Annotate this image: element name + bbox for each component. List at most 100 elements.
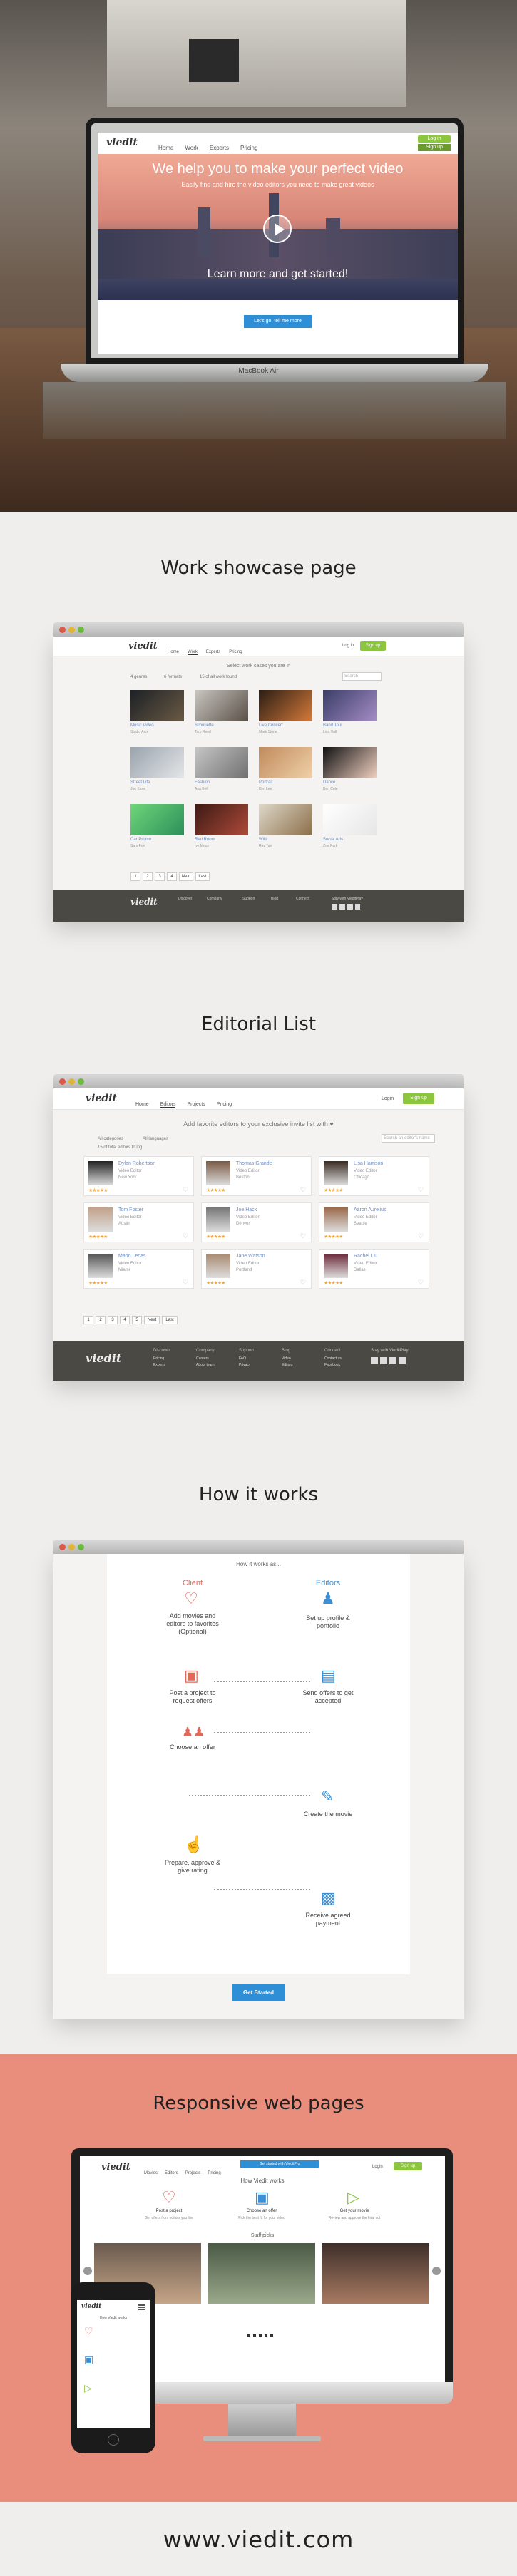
work-thumbnail[interactable] — [323, 804, 377, 835]
responsive-login[interactable]: Login — [372, 2165, 383, 2169]
close-icon[interactable] — [59, 627, 66, 633]
work-thumbnail[interactable] — [323, 747, 377, 778]
avatar[interactable] — [324, 1254, 348, 1278]
favorite-heart-icon[interactable]: ♡ — [418, 1186, 424, 1194]
editor-name[interactable]: Rachel Liu — [354, 1254, 377, 1259]
editor-card[interactable]: Thomas Grande Video Editor Boston ★★★★★ ♡ — [201, 1156, 312, 1196]
minimize-icon[interactable] — [68, 1544, 75, 1550]
site-url[interactable]: www.viedit.com — [0, 2526, 517, 2553]
avatar[interactable] — [324, 1161, 348, 1185]
work-card[interactable]: Silhouette Tom Reed — [195, 690, 248, 740]
page-next[interactable]: Next — [144, 1316, 160, 1324]
avatar[interactable] — [206, 1207, 230, 1232]
page-last[interactable]: Last — [162, 1316, 178, 1324]
page-5[interactable]: 5 — [132, 1316, 142, 1324]
responsive-logo[interactable]: viedit — [101, 2162, 130, 2173]
responsive-nav-movies[interactable]: Movies — [144, 2171, 158, 2175]
work-card[interactable]: Fashion Ana Bell — [195, 747, 248, 797]
favorite-heart-icon[interactable]: ♡ — [418, 1279, 424, 1287]
work-title[interactable]: Portrait — [259, 780, 272, 785]
editorial-signup-button[interactable]: Sign up — [403, 1093, 434, 1104]
hero-signup-button[interactable]: Sign up — [418, 144, 451, 151]
responsive-banner[interactable]: Get started with VieditPro — [240, 2160, 319, 2168]
editor-card[interactable]: Lisa Harrison Video Editor Chicago ★★★★★ ♡ — [319, 1156, 429, 1196]
filter-languages[interactable]: All languages — [143, 1137, 168, 1141]
work-title[interactable]: Wild — [259, 838, 267, 842]
close-icon[interactable] — [59, 1078, 66, 1085]
avatar[interactable] — [88, 1161, 113, 1185]
work-card[interactable]: Car Promo Sam Fox — [130, 804, 184, 854]
editor-name[interactable]: Joe Hack — [236, 1207, 257, 1212]
favorite-heart-icon[interactable]: ♡ — [183, 1232, 188, 1240]
play-icon[interactable] — [263, 215, 292, 243]
work-title[interactable]: Live Concert — [259, 723, 283, 728]
editor-card[interactable]: Dylan Robertson Video Editor New York ★★★★★… — [83, 1156, 194, 1196]
work-thumbnail[interactable] — [323, 690, 377, 721]
work-thumbnail[interactable] — [259, 690, 312, 721]
editorial-nav-home[interactable]: Home — [135, 1102, 149, 1107]
editor-card[interactable]: Jane Watson Video Editor Portland ★★★★★ ♡ — [201, 1249, 312, 1289]
get-started-button[interactable]: Get Started — [232, 1984, 285, 2001]
work-title[interactable]: Car Promo — [130, 838, 151, 842]
showcase-footer-logo[interactable]: viedit — [130, 897, 158, 907]
page-2[interactable]: 2 — [96, 1316, 106, 1324]
footer-link[interactable]: Facebook — [324, 1363, 340, 1367]
work-thumbnail[interactable] — [195, 747, 248, 778]
maximize-icon[interactable] — [78, 1544, 84, 1550]
work-title[interactable]: Fashion — [195, 780, 210, 785]
editor-name[interactable]: Mario Lenas — [118, 1254, 146, 1259]
hero-nav-pricing[interactable]: Pricing — [240, 145, 257, 151]
carousel-prev-icon[interactable] — [83, 2267, 92, 2275]
filter-categories[interactable]: All categories — [98, 1137, 123, 1141]
page-1[interactable]: 1 — [130, 872, 140, 881]
work-thumbnail[interactable] — [130, 804, 184, 835]
editor-search-input[interactable]: Search an editor's name — [382, 1134, 435, 1143]
favorite-heart-icon[interactable]: ♡ — [300, 1186, 306, 1194]
footer-link[interactable]: Experts — [153, 1363, 165, 1367]
editor-name[interactable]: Tom Foster — [118, 1207, 143, 1212]
editor-card[interactable]: Rachel Liu Video Editor Dallas ★★★★★ ♡ — [319, 1249, 429, 1289]
mobile-logo[interactable]: viedit — [81, 2303, 101, 2310]
footer-link[interactable]: Pricing — [153, 1356, 164, 1361]
avatar[interactable] — [206, 1161, 230, 1185]
editor-name[interactable]: Dylan Robertson — [118, 1161, 155, 1166]
work-card[interactable]: Band Tour Lisa Hall — [323, 690, 377, 740]
work-title[interactable]: Band Tour — [323, 723, 342, 728]
avatar[interactable] — [206, 1254, 230, 1278]
avatar[interactable] — [88, 1254, 113, 1278]
editor-card[interactable]: Mario Lenas Video Editor Miami ★★★★★ ♡ — [83, 1249, 194, 1289]
page-3[interactable]: 3 — [155, 872, 165, 881]
responsive-nav-pricing[interactable]: Pricing — [208, 2171, 220, 2175]
footer-link[interactable]: Editors — [282, 1363, 293, 1367]
minimize-icon[interactable] — [68, 627, 75, 633]
favorite-heart-icon[interactable]: ♡ — [183, 1186, 188, 1194]
hero-nav-work[interactable]: Work — [185, 145, 198, 151]
editorial-logo[interactable]: viedit — [86, 1093, 117, 1104]
page-3[interactable]: 3 — [108, 1316, 118, 1324]
work-card[interactable]: Dance Ben Cole — [323, 747, 377, 797]
work-title[interactable]: Street Life — [130, 780, 150, 785]
work-card[interactable]: Wild Ray Tan — [259, 804, 312, 854]
page-2[interactable]: 2 — [143, 872, 153, 881]
page-next[interactable]: Next — [179, 872, 193, 881]
page-1[interactable]: 1 — [83, 1316, 93, 1324]
work-title[interactable]: Music Video — [130, 723, 154, 728]
avatar[interactable] — [324, 1207, 348, 1232]
avatar[interactable] — [88, 1207, 113, 1232]
work-thumbnail[interactable] — [130, 690, 184, 721]
hero-login-button[interactable]: Log in — [418, 135, 451, 143]
editor-card[interactable]: Aaron Aurelius Video Editor Seattle ★★★★★ ♡ — [319, 1202, 429, 1242]
footer-social-icons[interactable] — [371, 1357, 406, 1364]
work-card[interactable]: Social Ads Zoe Park — [323, 804, 377, 854]
page-4[interactable]: 4 — [167, 872, 177, 881]
footer-social-icons[interactable] — [332, 904, 360, 910]
favorite-heart-icon[interactable]: ♡ — [300, 1232, 306, 1240]
carousel-next-icon[interactable] — [432, 2267, 441, 2275]
footer-link[interactable]: Contact us — [324, 1356, 342, 1361]
hero-nav-home[interactable]: Home — [158, 145, 173, 151]
responsive-signup-button[interactable]: Sign up — [394, 2162, 422, 2170]
work-title[interactable]: Red Room — [195, 838, 215, 842]
responsive-nav-projects[interactable]: Projects — [185, 2171, 201, 2175]
responsive-nav-editors[interactable]: Editors — [165, 2171, 178, 2175]
favorite-heart-icon[interactable]: ♡ — [300, 1279, 306, 1287]
